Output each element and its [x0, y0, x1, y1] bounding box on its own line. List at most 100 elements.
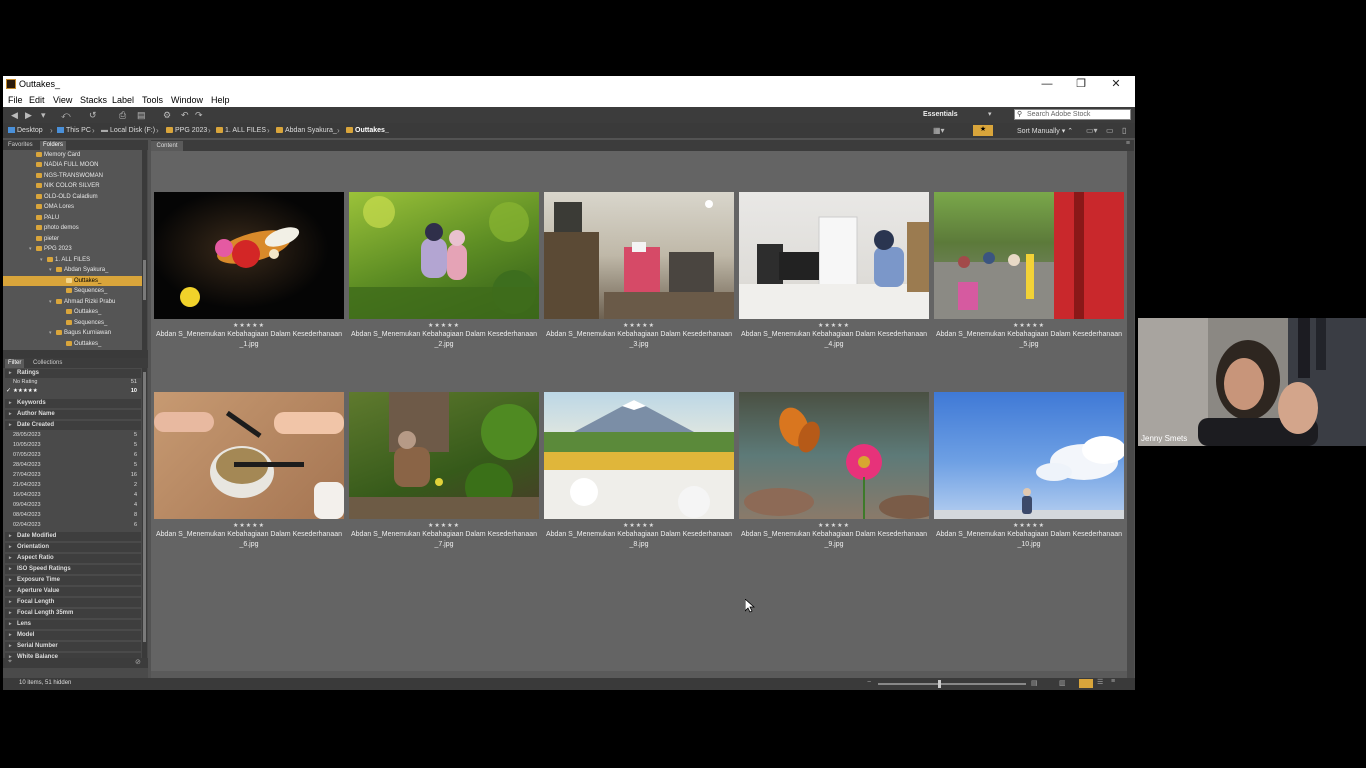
slider-thumb[interactable]: [938, 680, 941, 688]
folder-item[interactable]: Outtakes_: [3, 339, 142, 349]
stock-search-input[interactable]: ⚲ Search Adobe Stock: [1014, 109, 1131, 120]
open-recent-folder-icon[interactable]: ▭▾: [1086, 126, 1098, 135]
expand-icon[interactable]: ▾: [49, 265, 52, 275]
minimize-button[interactable]: —: [1030, 77, 1064, 92]
thumbnail-item[interactable]: ★★★★★ Abdan S_Menemukan Kebahagiaan Dala…: [544, 192, 734, 360]
filter-no-rating[interactable]: No Rating 51: [5, 378, 139, 387]
folder-item[interactable]: OMA Lores: [3, 202, 142, 212]
path-all-files[interactable]: 1. ALL FILES: [216, 127, 266, 134]
rating-stars[interactable]: ★★★★★: [544, 322, 734, 329]
folder-item[interactable]: OLD-OLD Caladium: [3, 192, 142, 202]
filter-date-created-header[interactable]: Date Created: [5, 421, 141, 430]
view-grid-icon[interactable]: ▥: [1059, 679, 1066, 687]
filter-date-item[interactable]: 09/04/2023 4: [5, 501, 139, 510]
rotate-right-icon[interactable]: ↷: [195, 110, 203, 121]
rating-stars[interactable]: ★★★★★: [544, 522, 734, 529]
folder-item[interactable]: ▾ Bagus Kurniawan: [3, 328, 142, 338]
thumbnail-item[interactable]: ★★★★★ Abdan S_Menemukan Kebahagiaan Dala…: [349, 192, 539, 360]
folder-item-selected[interactable]: Outtakes_: [3, 276, 142, 286]
back-arrow-icon[interactable]: ◀: [11, 110, 18, 121]
path-local-disk[interactable]: ▬ Local Disk (F:): [101, 127, 155, 134]
rating-stars[interactable]: ★★★★★: [739, 322, 929, 329]
filter-date-item[interactable]: 08/04/2023 8: [5, 511, 139, 520]
filter-date-item[interactable]: 16/04/2023 4: [5, 491, 139, 500]
filter-date-item[interactable]: 07/05/2023 6: [5, 451, 139, 460]
menu-label[interactable]: Label: [112, 95, 134, 105]
filter-keywords-header[interactable]: Keywords: [5, 399, 141, 408]
folders-scroll-thumb[interactable]: [143, 260, 146, 300]
menu-tools[interactable]: Tools: [142, 95, 163, 105]
pin-icon[interactable]: ⌖: [8, 658, 12, 666]
filter-iso-header[interactable]: ISO Speed Ratings: [5, 565, 141, 574]
workspace-dropdown-icon[interactable]: ▾: [988, 110, 992, 118]
history-dropdown-icon[interactable]: ▾: [41, 110, 46, 121]
maximize-button[interactable]: ❐: [1064, 77, 1098, 92]
close-button[interactable]: ✕: [1099, 77, 1133, 92]
refine-icon[interactable]: ▤: [137, 110, 146, 121]
panel-divider[interactable]: [3, 350, 148, 358]
filter-aspect-ratio-header[interactable]: Aspect Ratio: [5, 554, 141, 563]
panel-menu-icon[interactable]: ≡: [1126, 140, 1130, 147]
filter-focal-length-35-header[interactable]: Focal Length 35mm: [5, 609, 141, 618]
content-scrollbar[interactable]: [1127, 151, 1134, 678]
filter-date-item[interactable]: 28/05/2023 5: [5, 431, 139, 440]
thumbnail-image[interactable]: [739, 192, 929, 319]
expand-icon[interactable]: ▾: [29, 244, 32, 254]
filter-model-header[interactable]: Model: [5, 631, 141, 640]
new-folder-icon[interactable]: ▭: [1106, 126, 1114, 135]
filter-five-stars[interactable]: ★★★★★10: [5, 387, 139, 396]
menu-edit[interactable]: Edit: [29, 95, 45, 105]
path-abdan-syakura[interactable]: Abdan Syakura_: [276, 127, 337, 134]
folder-item[interactable]: Memory Card: [3, 150, 142, 160]
filter-scroll-thumb[interactable]: [143, 372, 146, 642]
path-this-pc[interactable]: This PC: [57, 127, 91, 134]
folder-item[interactable]: NADIA FULL MOON: [3, 160, 142, 170]
folder-item[interactable]: Sequences_: [3, 318, 142, 328]
rotate-left-icon[interactable]: ↶: [181, 110, 189, 121]
filter-scrollbar[interactable]: [142, 368, 147, 658]
thumbnail-image[interactable]: [544, 192, 734, 319]
menu-help[interactable]: Help: [211, 95, 230, 105]
filter-orientation-header[interactable]: Orientation: [5, 543, 141, 552]
rating-stars[interactable]: ★★★★★: [154, 522, 344, 529]
boomerang-icon[interactable]: ⤺: [61, 110, 71, 121]
tab-collections[interactable]: Collections: [30, 359, 65, 368]
workspace-essentials[interactable]: Essentials: [923, 111, 958, 118]
thumbnail-item[interactable]: ★★★★★ Abdan S_Menemukan Kebahagiaan Dala…: [934, 192, 1124, 360]
folder-item[interactable]: ▾ 1. ALL FILES: [3, 255, 142, 265]
menu-window[interactable]: Window: [171, 95, 203, 105]
delete-icon[interactable]: ▯: [1122, 126, 1126, 135]
thumbnail-image[interactable]: [934, 192, 1124, 319]
folders-scrollbar[interactable]: [142, 150, 147, 350]
forward-arrow-icon[interactable]: ▶: [25, 110, 32, 121]
folder-item[interactable]: Sequences_: [3, 286, 142, 296]
thumbnail-image[interactable]: [739, 392, 929, 519]
filter-aperture-header[interactable]: Aperture Value: [5, 587, 141, 596]
folder-item[interactable]: ▾ Abdan Syakura_: [3, 265, 142, 275]
thumbnail-item[interactable]: ★★★★★ Abdan S_Menemukan Kebahagiaan Dala…: [739, 192, 929, 360]
filter-date-modified-header[interactable]: Date Modified: [5, 532, 141, 541]
filter-date-item[interactable]: 21/04/2023 2: [5, 481, 139, 490]
expand-icon[interactable]: ▾: [40, 255, 43, 265]
thumbnail-item[interactable]: ★★★★★ Abdan S_Menemukan Kebahagiaan Dala…: [349, 392, 539, 560]
camera-import-icon[interactable]: ⎙: [119, 110, 126, 121]
thumbnail-image[interactable]: [349, 392, 539, 519]
thumbnail-item[interactable]: ★★★★★ Abdan S_Menemukan Kebahagiaan Dala…: [544, 392, 734, 560]
expand-icon[interactable]: ▾: [49, 297, 52, 307]
folder-item[interactable]: pieter: [3, 234, 142, 244]
menu-file[interactable]: File: [8, 95, 23, 105]
filter-focal-length-header[interactable]: Focal Length: [5, 598, 141, 607]
filter-date-item[interactable]: 27/04/2023 16: [5, 471, 139, 480]
menu-stacks[interactable]: Stacks: [80, 95, 107, 105]
thumbnail-item[interactable]: ★★★★★ Abdan S_Menemukan Kebahagiaan Dala…: [154, 392, 344, 560]
folder-item[interactable]: photo demos: [3, 223, 142, 233]
thumbnail-image[interactable]: [154, 192, 344, 319]
thumbnail-item[interactable]: ★★★★★ Abdan S_Menemukan Kebahagiaan Dala…: [154, 192, 344, 360]
thumbnail-image[interactable]: [154, 392, 344, 519]
view-thumbnails-icon[interactable]: [1079, 679, 1093, 688]
menu-view[interactable]: View: [53, 95, 72, 105]
filter-author-header[interactable]: Author Name: [5, 410, 141, 419]
zoom-out-icon[interactable]: −: [867, 679, 871, 686]
folder-item[interactable]: NIK COLOR SILVER: [3, 181, 142, 191]
lock-thumbnail-grid-icon[interactable]: ▤: [1031, 679, 1038, 687]
